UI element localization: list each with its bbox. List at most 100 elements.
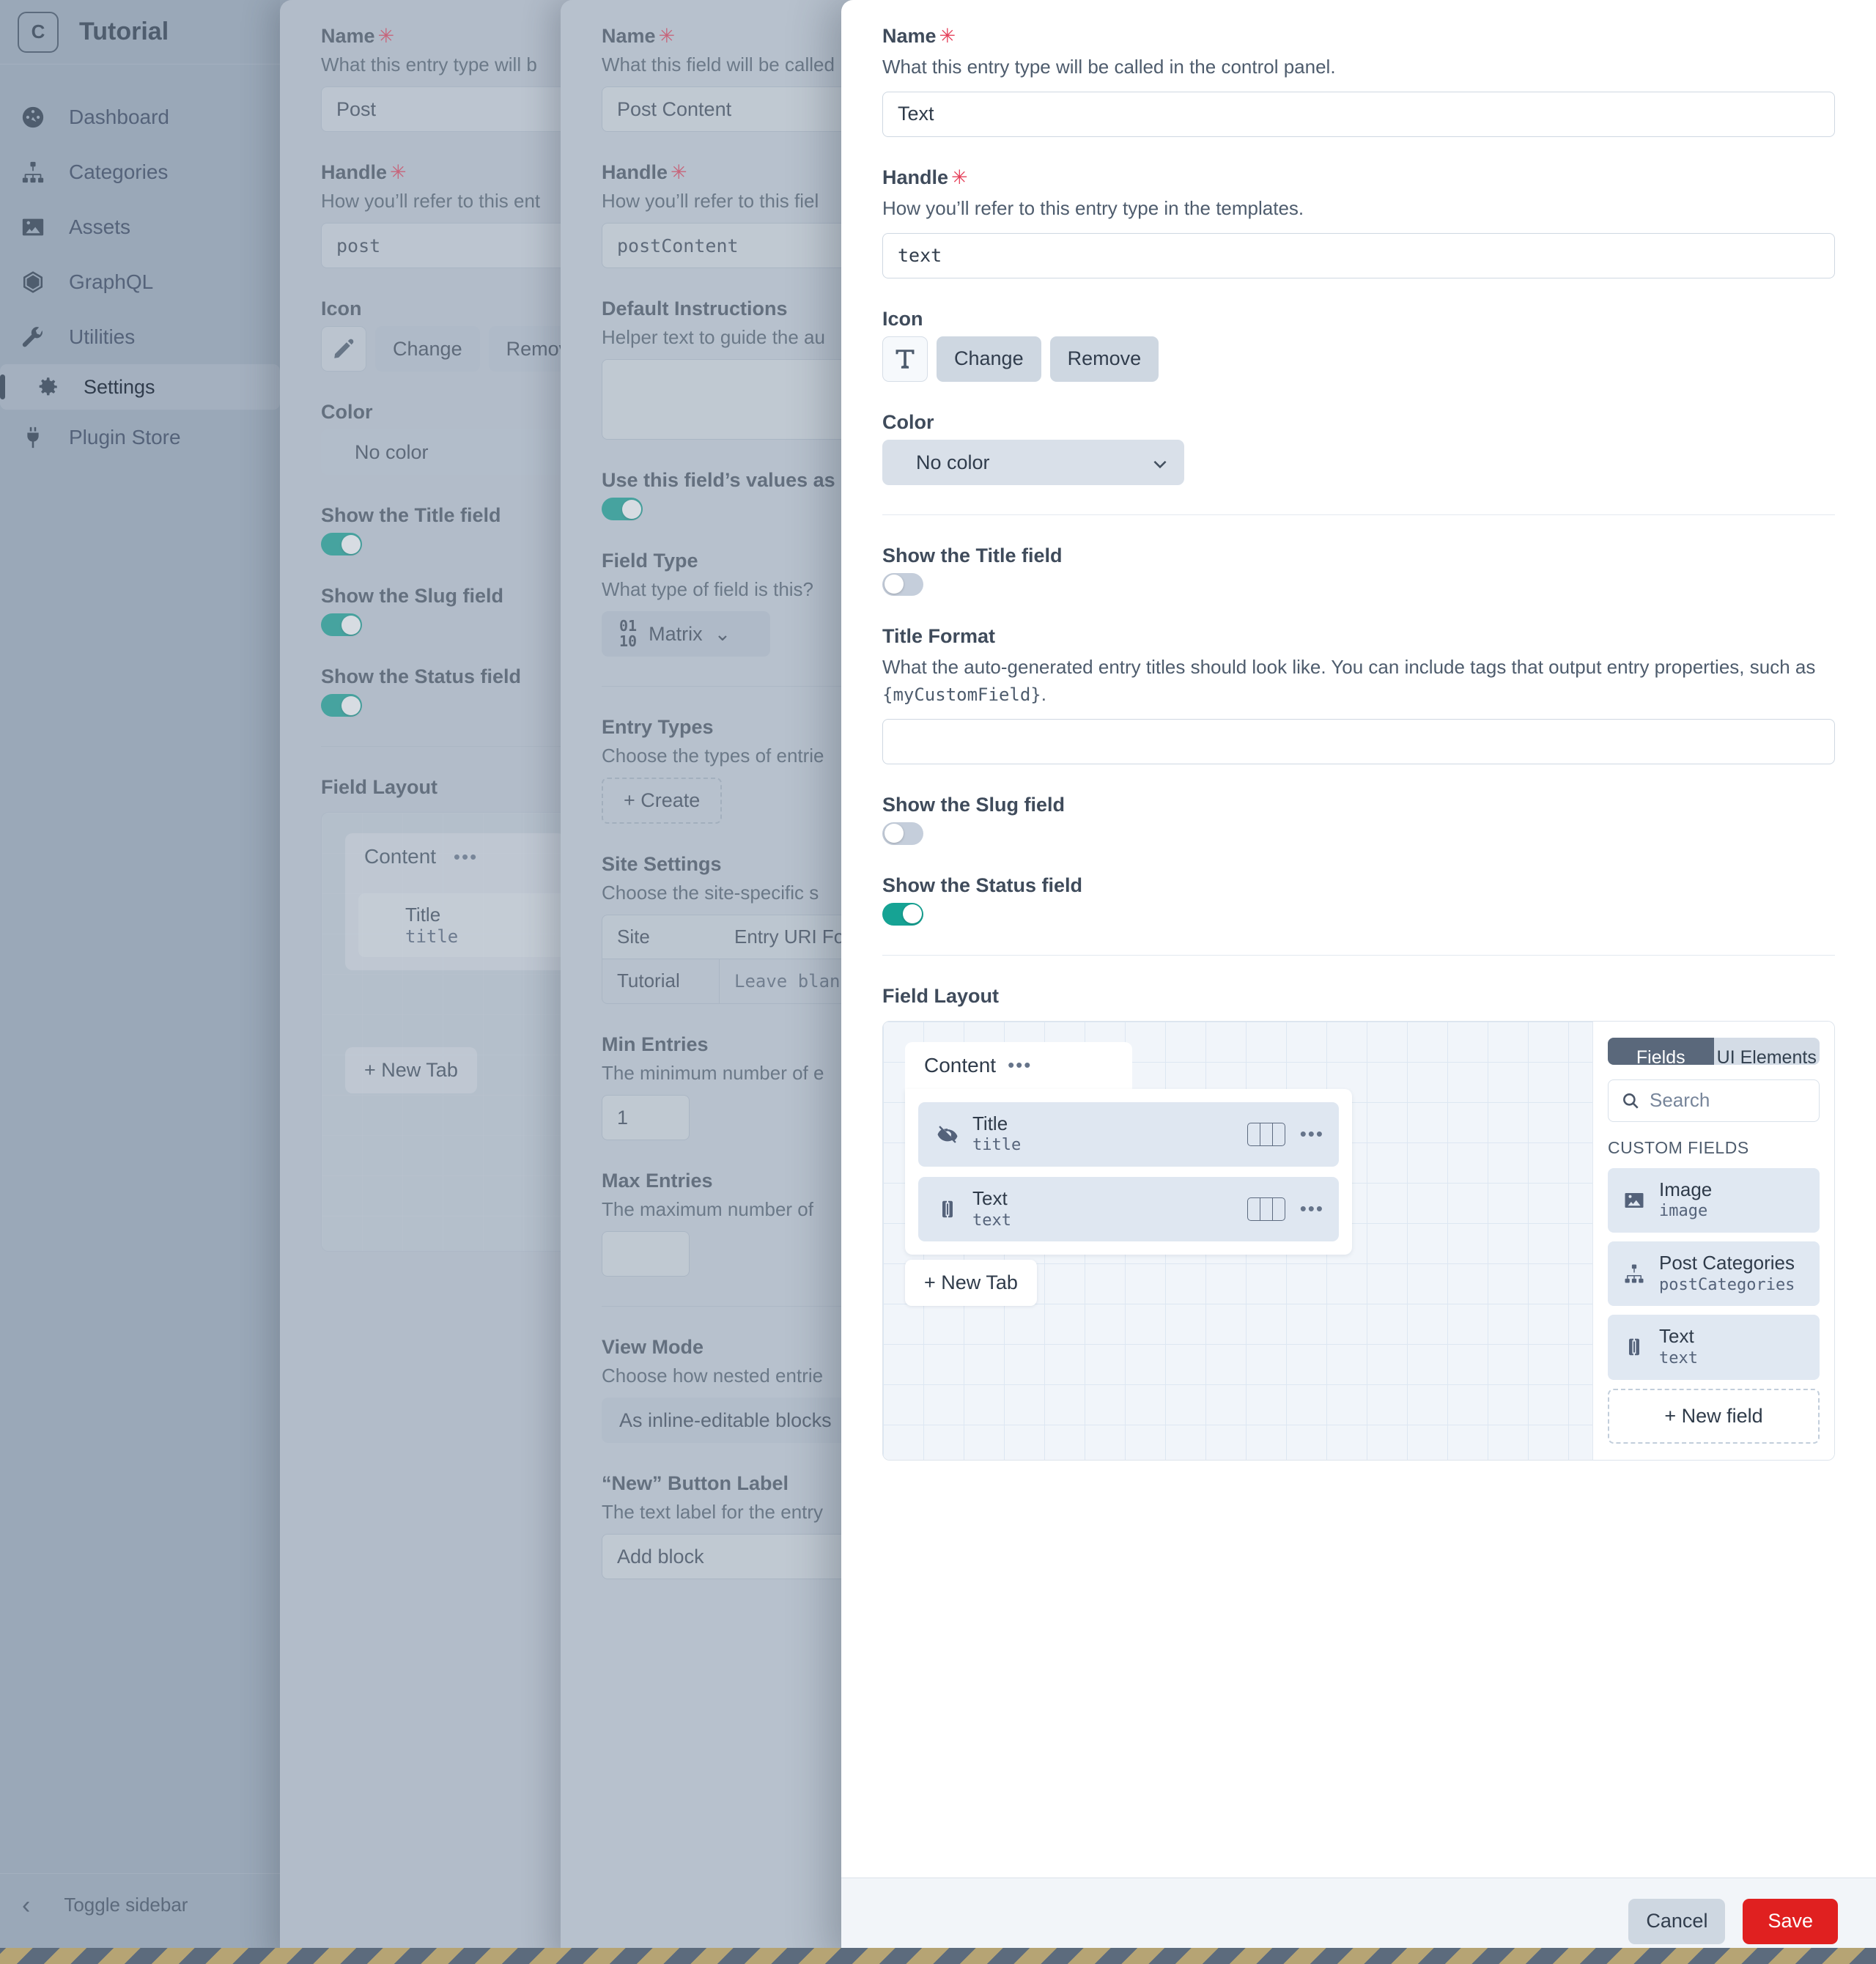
post-new-tab-button[interactable]: + New Tab <box>345 1047 477 1093</box>
image-icon <box>1620 1189 1649 1211</box>
tab-fields[interactable]: Fields <box>1608 1037 1714 1065</box>
entry-types-create-button[interactable]: + Create <box>602 778 723 824</box>
dev-mode-stripe <box>0 1948 1876 1964</box>
library-item-post-categories[interactable]: Post Categories postCategories <box>1608 1241 1820 1307</box>
show-slug-field[interactable]: Show the Slug field <box>882 794 1835 845</box>
layout-tab-name: Content <box>924 1053 997 1077</box>
show-status-toggle[interactable] <box>882 902 923 926</box>
title-format-input[interactable] <box>882 718 1835 764</box>
library-tabs: Fields UI Elements <box>1608 1037 1820 1065</box>
pen-icon[interactable] <box>321 326 366 372</box>
site-badge[interactable]: C <box>18 11 59 53</box>
cancel-button[interactable]: Cancel <box>1628 1898 1726 1944</box>
title-format-instructions-b: . <box>1041 682 1046 705</box>
field-type-select[interactable]: 01 10 Matrix ⌄ <box>602 611 770 657</box>
show-status-field[interactable]: Show the Status field <box>882 874 1835 926</box>
binary-icon: 01 10 <box>619 617 638 650</box>
table-cell-site: Tutorial <box>602 959 720 1003</box>
show-status-label: Show the Status field <box>882 874 1083 896</box>
sidebar-item-plugin-store[interactable]: Plugin Store <box>0 410 280 465</box>
name-field[interactable]: Name ✳ What this entry type will be calle… <box>882 25 1835 137</box>
handle-instructions: How you’ll refer to this entry type in t… <box>882 196 1304 219</box>
handle-input[interactable] <box>882 232 1835 278</box>
layout-field-menu-icon[interactable]: ••• <box>1300 1124 1324 1142</box>
title-format-label: Title Format <box>882 624 996 647</box>
color-field[interactable]: Color No color <box>882 411 1835 485</box>
text-cursor-icon <box>933 1198 962 1220</box>
post-show-status-toggle[interactable] <box>321 694 362 717</box>
field-layout-canvas[interactable]: Content ••• Title title ••• Text text ••… <box>883 1022 1592 1460</box>
icon-change-button[interactable]: Change <box>937 336 1041 382</box>
title-format-instructions-a: What the auto-generated entry titles sho… <box>882 655 1816 678</box>
plus-icon: + <box>924 1271 936 1293</box>
new-tab-button[interactable]: + New Tab <box>905 1259 1037 1306</box>
gear-icon <box>34 373 62 401</box>
chevron-down-icon: ⌄ <box>714 622 731 645</box>
sidebar-item-graphql[interactable]: GraphQL <box>0 254 280 309</box>
title-format-field[interactable]: Title Format What the auto-generated ent… <box>882 625 1835 764</box>
required-asterisk-icon: ✳ <box>658 25 676 47</box>
layout-field-text[interactable]: Text text ••• <box>918 1176 1339 1242</box>
handle-field[interactable]: Handle ✳ How you’ll refer to this entry t… <box>882 166 1835 278</box>
post-name-label: Name <box>321 25 375 47</box>
toggle-sidebar-button[interactable]: ‹ Toggle sidebar <box>0 1873 280 1936</box>
search-icon <box>1621 1091 1640 1114</box>
max-entries-input[interactable] <box>602 1231 690 1277</box>
sidebar-item-label: GraphQL <box>69 270 154 293</box>
color-label: Color <box>882 410 934 433</box>
icon-field[interactable]: Icon Change Remove <box>882 308 1835 382</box>
sidebar-item-label: Assets <box>69 215 131 238</box>
plus-icon: + <box>1664 1404 1677 1427</box>
entry-type-settings-modal[interactable]: Name ✳ What this entry type will be calle… <box>841 0 1876 1964</box>
sidebar-item-dashboard[interactable]: Dashboard <box>0 89 280 144</box>
sitemap-icon <box>1620 1263 1649 1285</box>
post-tab-name[interactable]: Content <box>364 845 436 868</box>
new-field-label: New field <box>1681 1404 1763 1427</box>
sidebar-item-settings[interactable]: Settings <box>0 364 280 410</box>
library-item-handle: image <box>1659 1202 1708 1221</box>
name-input[interactable] <box>882 91 1835 137</box>
field-width-icon[interactable] <box>1247 1197 1285 1222</box>
layout-tab-menu-icon[interactable]: ••• <box>1008 1055 1032 1074</box>
color-select[interactable]: No color <box>882 439 1184 485</box>
use-values-as-toggle[interactable] <box>602 498 643 520</box>
field-width-icon[interactable] <box>1247 1122 1285 1146</box>
sidebar-header: C Tutorial <box>0 0 280 64</box>
image-icon <box>19 213 47 241</box>
handle-label: Handle <box>882 166 949 188</box>
field-library-panel: Fields UI Elements CUSTOM FIELDS Image <box>1592 1021 1834 1460</box>
library-item-text[interactable]: Text text <box>1608 1315 1820 1380</box>
post-tab-menu-icon[interactable]: ••• <box>454 846 478 868</box>
layout-tab-content: Content ••• Title title ••• Text text ••… <box>905 1041 1352 1255</box>
post-show-slug-toggle[interactable] <box>321 613 362 636</box>
required-asterisk-icon: ✳ <box>951 166 968 188</box>
min-entries-input[interactable]: 1 <box>602 1095 690 1140</box>
library-item-handle: postCategories <box>1659 1275 1795 1294</box>
text-icon[interactable] <box>882 336 928 382</box>
new-field-button[interactable]: + New field <box>1608 1388 1820 1444</box>
layout-field-title[interactable]: Title title ••• <box>918 1101 1339 1167</box>
layout-field-menu-icon[interactable]: ••• <box>1300 1200 1324 1218</box>
save-button[interactable]: Save <box>1743 1898 1838 1944</box>
sidebar-item-categories[interactable]: Categories <box>0 144 280 199</box>
show-title-toggle[interactable] <box>882 572 923 596</box>
sidebar-item-label: Settings <box>84 375 155 398</box>
library-item-image[interactable]: Image image <box>1608 1167 1820 1233</box>
chevron-left-icon: ‹ <box>22 1891 31 1919</box>
show-slug-toggle[interactable] <box>882 822 923 845</box>
eye-slash-icon <box>933 1123 962 1145</box>
field-handle-label: Handle <box>602 161 668 183</box>
sitemap-icon <box>19 158 47 186</box>
text-cursor-icon <box>1620 1336 1649 1358</box>
sidebar-item-assets[interactable]: Assets <box>0 199 280 254</box>
show-title-field[interactable]: Show the Title field <box>882 544 1835 596</box>
library-search[interactable] <box>1608 1079 1820 1122</box>
tab-ui-elements[interactable]: UI Elements <box>1713 1037 1820 1065</box>
name-instructions: What this entry type will be called in t… <box>882 56 1336 78</box>
icon-remove-button[interactable]: Remove <box>1049 336 1159 382</box>
sidebar-item-utilities[interactable]: Utilities <box>0 309 280 364</box>
post-icon-change-button[interactable]: Change <box>375 326 480 372</box>
post-show-title-toggle[interactable] <box>321 533 362 555</box>
new-tab-label: New Tab <box>941 1271 1018 1293</box>
layout-tab-header[interactable]: Content ••• <box>905 1041 1132 1089</box>
